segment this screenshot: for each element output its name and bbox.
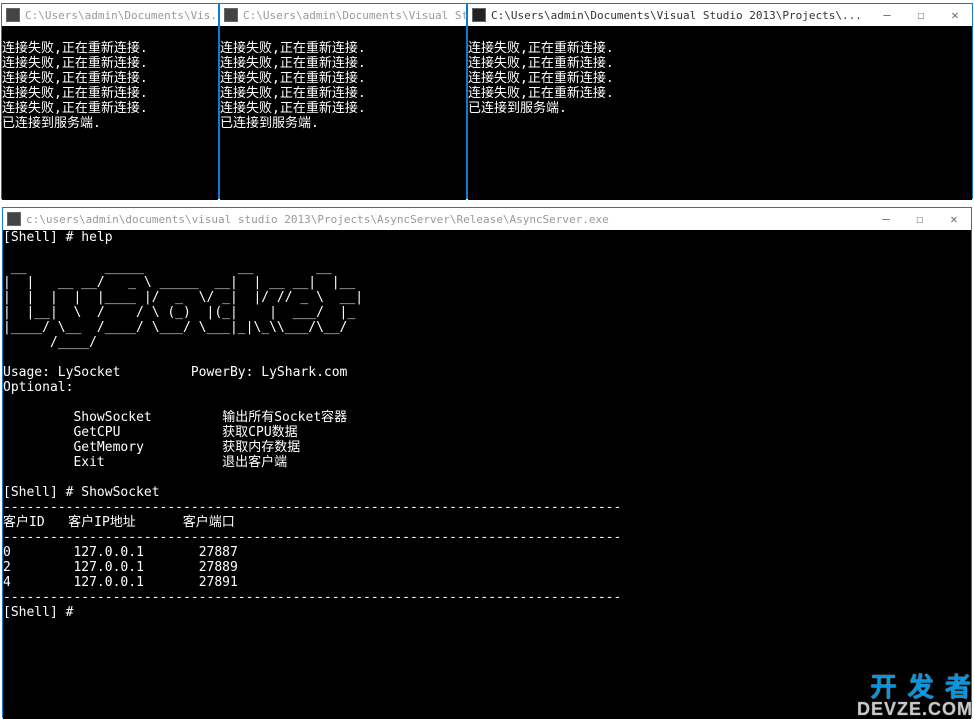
table-row: 4 127.0.0.1 27891 bbox=[3, 575, 238, 590]
opt-cmd: GetCPU bbox=[73, 425, 120, 440]
window-title: C:\Users\admin\Documents\Vis... bbox=[25, 9, 218, 22]
console-icon bbox=[6, 8, 20, 22]
opt-cmd: GetMemory bbox=[73, 440, 143, 455]
client-window-2: C:\Users\admin\Documents\Visual Stu... 连… bbox=[219, 3, 467, 199]
opt-desc: 获取内存数据 bbox=[222, 440, 300, 455]
console-output[interactable]: 连接失败,正在重新连接. 连接失败,正在重新连接. 连接失败,正在重新连接. 连… bbox=[2, 26, 218, 200]
close-button[interactable]: ✕ bbox=[938, 4, 972, 26]
optional-label: Optional: bbox=[3, 380, 73, 395]
titlebar[interactable]: c:\users\admin\documents\visual studio 2… bbox=[3, 208, 971, 230]
minimize-button[interactable]: — bbox=[870, 4, 904, 26]
console-icon bbox=[7, 212, 21, 226]
console-output[interactable]: [Shell] # help __ _____ __ __ | | __ __/… bbox=[3, 230, 971, 719]
window-title: C:\Users\admin\Documents\Visual Studio 2… bbox=[491, 9, 870, 22]
usage-line: Usage: LySocket PowerBy: LyShark.com bbox=[3, 365, 347, 380]
separator: ----------------------------------------… bbox=[3, 530, 621, 545]
ascii-logo: __ _____ __ __ | | __ __/ _ \ _____ __| … bbox=[3, 260, 363, 350]
client-window-1: C:\Users\admin\Documents\Vis... 连接失败,正在重… bbox=[1, 3, 219, 199]
titlebar[interactable]: C:\Users\admin\Documents\Visual Studio 2… bbox=[468, 4, 972, 26]
table-row: 0 127.0.0.1 27887 bbox=[3, 545, 238, 560]
maximize-button[interactable]: ☐ bbox=[903, 208, 937, 230]
shell-prompt[interactable]: [Shell] # bbox=[3, 605, 81, 620]
opt-desc: 输出所有Socket容器 bbox=[222, 410, 347, 425]
minimize-button[interactable]: — bbox=[869, 208, 903, 230]
console-icon bbox=[472, 8, 486, 22]
shell-prompt: [Shell] # ShowSocket bbox=[3, 485, 160, 500]
table-header: 客户ID 客户IP地址 客户端口 bbox=[3, 515, 235, 530]
window-title: C:\Users\admin\Documents\Visual Stu... bbox=[243, 9, 466, 22]
console-output[interactable]: 连接失败,正在重新连接. 连接失败,正在重新连接. 连接失败,正在重新连接. 连… bbox=[220, 26, 466, 200]
client-window-3: C:\Users\admin\Documents\Visual Studio 2… bbox=[467, 3, 973, 199]
opt-cmd: ShowSocket bbox=[73, 410, 151, 425]
maximize-button[interactable]: ☐ bbox=[904, 4, 938, 26]
titlebar[interactable]: C:\Users\admin\Documents\Vis... bbox=[2, 4, 218, 26]
opt-desc: 获取CPU数据 bbox=[222, 425, 297, 440]
opt-desc: 退出客户端 bbox=[222, 455, 287, 470]
console-output[interactable]: 连接失败,正在重新连接. 连接失败,正在重新连接. 连接失败,正在重新连接. 连… bbox=[468, 26, 972, 200]
console-icon bbox=[224, 8, 238, 22]
server-window: c:\users\admin\documents\visual studio 2… bbox=[2, 207, 972, 718]
window-title: c:\users\admin\documents\visual studio 2… bbox=[26, 213, 869, 226]
table-row: 2 127.0.0.1 27889 bbox=[3, 560, 238, 575]
shell-prompt: [Shell] # help bbox=[3, 230, 113, 245]
separator: ----------------------------------------… bbox=[3, 590, 621, 605]
close-button[interactable]: ✕ bbox=[937, 208, 971, 230]
titlebar[interactable]: C:\Users\admin\Documents\Visual Stu... bbox=[220, 4, 466, 26]
separator: ----------------------------------------… bbox=[3, 500, 621, 515]
opt-cmd: Exit bbox=[73, 455, 104, 470]
